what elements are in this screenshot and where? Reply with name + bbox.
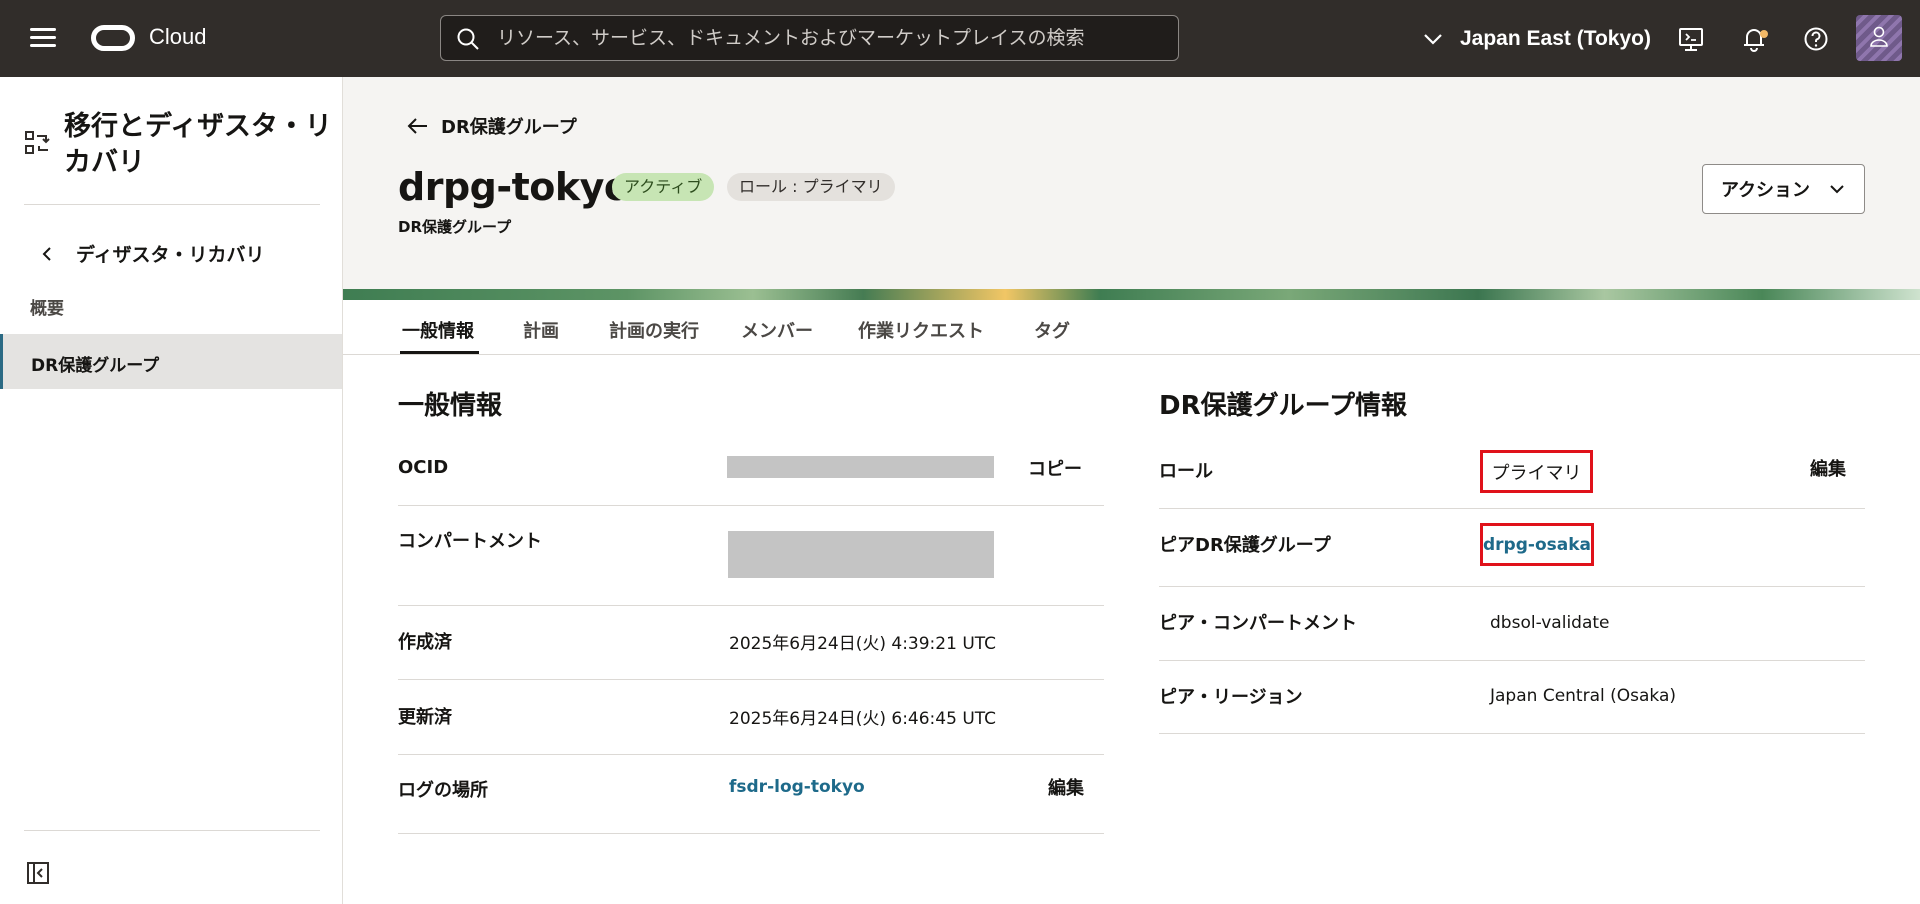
brand-label[interactable]: Cloud <box>149 24 206 50</box>
log-location-label: ログの場所 <box>398 780 488 801</box>
chevron-left-icon <box>42 246 51 261</box>
divider <box>1159 660 1865 661</box>
arrow-left-icon <box>407 118 427 134</box>
divider <box>1159 508 1865 509</box>
divider <box>398 679 1104 680</box>
chevron-down-icon <box>1424 34 1442 45</box>
cloud-shell-icon[interactable] <box>1676 24 1706 54</box>
migration-icon <box>25 131 50 154</box>
log-location-link[interactable]: fsdr-log-tokyo <box>729 777 865 797</box>
collapse-sidebar-icon[interactable] <box>26 861 50 885</box>
peer-compartment-value: dbsol-validate <box>1490 613 1610 633</box>
divider <box>398 833 1104 834</box>
created-value: 2025年6月24日(火) 4:39:21 UTC <box>729 634 997 654</box>
divider <box>1159 733 1865 734</box>
role-label: ロール <box>1159 461 1213 482</box>
tab-active-indicator <box>400 351 479 354</box>
tab-members[interactable]: メンバー <box>741 317 813 343</box>
decorative-banner <box>343 289 1920 300</box>
page-title: drpg-tokyo <box>398 165 630 209</box>
sidebar-back-label: ディザスタ・リカバリ <box>76 244 265 266</box>
updated-value: 2025年6月24日(火) 6:46:45 UTC <box>729 709 997 729</box>
menu-icon[interactable] <box>30 26 56 48</box>
breadcrumb-label: DR保護グループ <box>441 117 577 138</box>
updated-label: 更新済 <box>398 707 452 728</box>
sidebar-back-link[interactable]: ディザスタ・リカバリ <box>40 240 264 267</box>
region-selector[interactable]: Japan East (Tokyo) <box>1420 24 1651 54</box>
compartment-label: コンパートメント <box>398 531 542 552</box>
peer-group-label: ピアDR保護グループ <box>1159 535 1331 556</box>
search-icon <box>457 28 479 50</box>
user-icon <box>1870 26 1888 47</box>
tab-general[interactable]: 一般情報 <box>402 317 474 343</box>
sidebar-item-label: DR保護グループ <box>31 356 160 376</box>
region-label: Japan East (Tokyo) <box>1460 27 1651 50</box>
redacted-compartment <box>728 531 994 578</box>
divider <box>24 204 320 205</box>
tab-bar: 一般情報 計画 計画の実行 メンバー 作業リクエスト タグ <box>343 300 1920 355</box>
divider <box>398 505 1104 506</box>
dr-info-title: DR保護グループ情報 <box>1159 391 1408 421</box>
role-value: プライマリ <box>1491 462 1582 484</box>
divider <box>398 754 1104 755</box>
status-badge: アクティブ <box>612 173 715 201</box>
copy-link[interactable]: コピー <box>1028 455 1082 481</box>
top-bar: Cloud Japan East (Tokyo) <box>0 0 1920 77</box>
breadcrumb[interactable]: DR保護グループ <box>407 113 577 139</box>
divider <box>398 605 1104 606</box>
actions-button[interactable]: アクション <box>1702 164 1865 214</box>
general-info-title: 一般情報 <box>398 391 503 421</box>
edit-role-link[interactable]: 編集 <box>1810 455 1846 481</box>
sidebar-title: 移行とディザスタ・リカバリ <box>64 111 332 178</box>
created-label: 作成済 <box>398 632 452 653</box>
avatar[interactable] <box>1856 15 1902 61</box>
peer-region-label: ピア・リージョン <box>1159 687 1303 708</box>
sidebar-item-dr-protection-groups[interactable]: DR保護グループ <box>0 334 342 389</box>
notification-dot <box>1760 30 1768 38</box>
search-box[interactable] <box>440 15 1179 61</box>
peer-region-value: Japan Central (Osaka) <box>1490 686 1677 706</box>
divider <box>1159 586 1865 587</box>
ocid-label: OCID <box>398 457 449 478</box>
bell-icon[interactable] <box>1739 24 1769 54</box>
search-input[interactable] <box>497 16 1157 60</box>
role-value-highlight: プライマリ <box>1480 450 1593 493</box>
tab-plans[interactable]: 計画 <box>523 317 559 343</box>
chevron-down-icon <box>1830 185 1844 194</box>
oracle-logo[interactable] <box>91 25 135 51</box>
peer-compartment-label: ピア・コンパートメント <box>1159 613 1357 634</box>
tab-plan-executions[interactable]: 計画の実行 <box>609 317 699 343</box>
sidebar: 移行とディザスタ・リカバリ ディザスタ・リカバリ 概要 DR保護グループ <box>0 77 343 904</box>
divider <box>24 830 320 831</box>
tab-tags[interactable]: タグ <box>1034 317 1070 343</box>
peer-group-highlight: drpg-osaka <box>1480 523 1594 566</box>
sidebar-item-overview[interactable]: 概要 <box>30 294 64 319</box>
edit-log-link[interactable]: 編集 <box>1048 774 1084 800</box>
peer-group-link[interactable]: drpg-osaka <box>1483 535 1591 555</box>
role-badge: ロール : プライマリ <box>727 173 895 201</box>
redacted-ocid <box>727 456 994 478</box>
help-icon[interactable] <box>1801 24 1831 54</box>
tab-work-requests[interactable]: 作業リクエスト <box>858 317 984 343</box>
actions-label: アクション <box>1720 180 1811 201</box>
page-subtitle: DR保護グループ <box>398 218 512 236</box>
